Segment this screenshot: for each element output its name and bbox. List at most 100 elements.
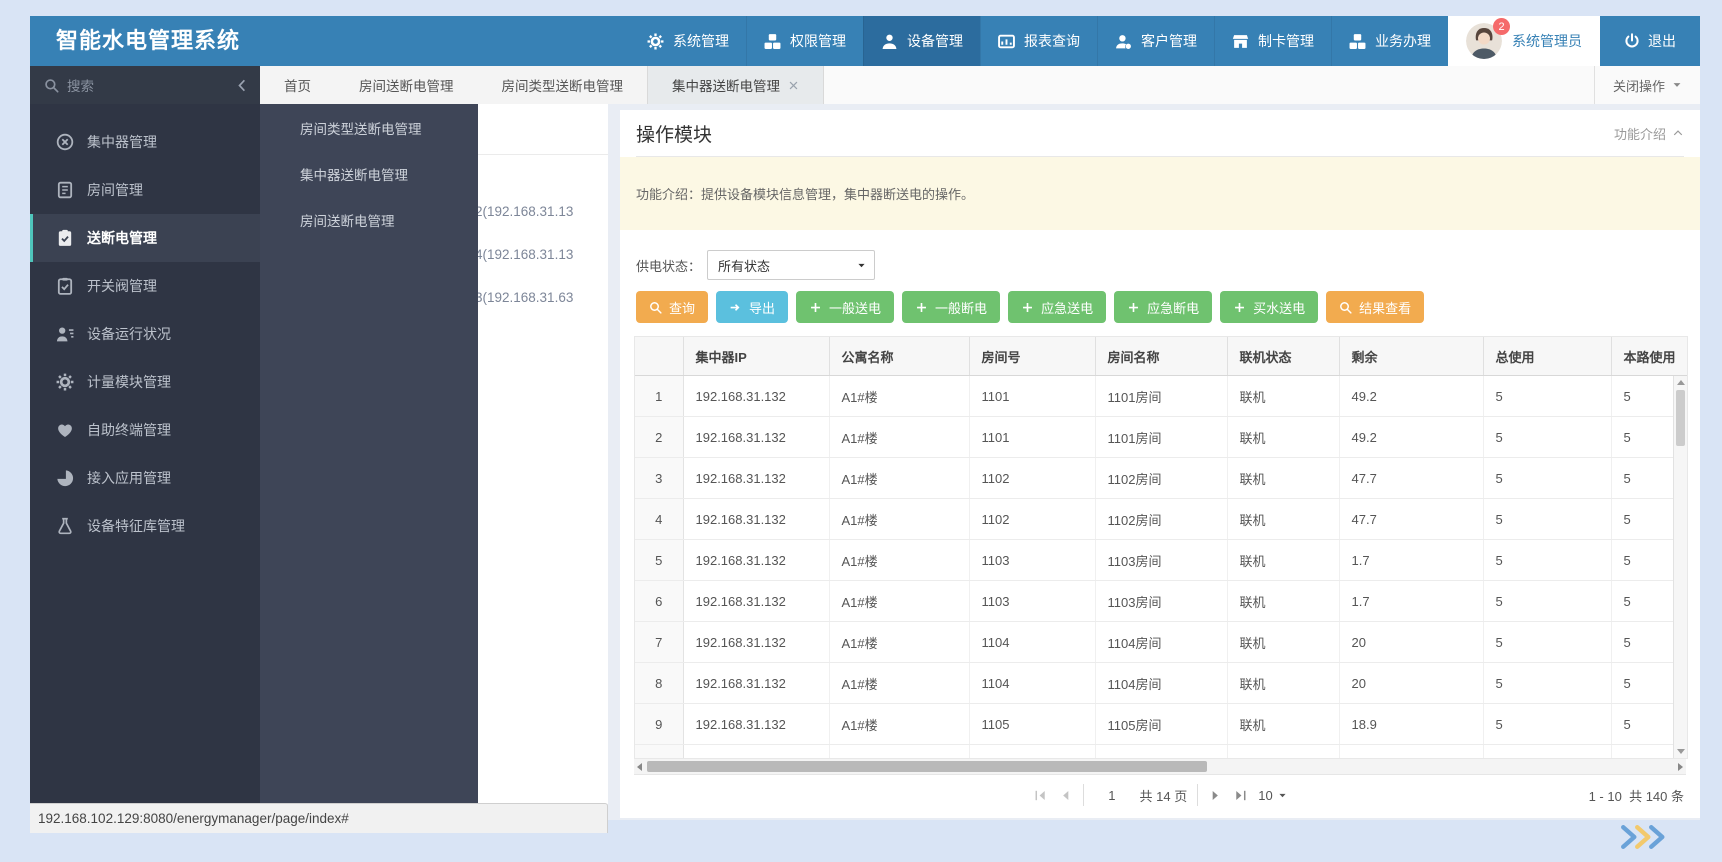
cell: 1.7 <box>1339 540 1483 581</box>
column-header: 剩余 <box>1339 337 1483 376</box>
submenu-item[interactable]: 集中器送断电管理 <box>260 153 478 199</box>
nav-item[interactable]: 设备管理 <box>863 16 980 66</box>
sidebar-collapse-button[interactable] <box>235 78 250 93</box>
action-button[interactable]: 应急断电 <box>1114 291 1212 323</box>
action-button[interactable]: 买水送电 <box>1220 291 1318 323</box>
cell: A1#楼 <box>829 417 969 458</box>
tab[interactable]: 集中器送断电管理 <box>647 66 824 104</box>
page-title: 操作模块 <box>636 120 712 147</box>
tab[interactable]: 房间送断电管理 <box>335 66 478 104</box>
scroll-left-arrow[interactable] <box>637 763 642 771</box>
logout-button[interactable]: 退出 <box>1600 16 1700 66</box>
table-row[interactable]: 4192.168.31.132A1#楼11021102房间联机47.755 <box>635 499 1687 540</box>
close-actions-menu[interactable]: 关闭操作 <box>1594 66 1700 104</box>
sidebar-item[interactable]: 自助终端管理 <box>30 406 260 454</box>
scroll-down-arrow[interactable] <box>1677 749 1685 754</box>
action-button[interactable]: 结果查看 <box>1326 291 1424 323</box>
action-button[interactable]: 一般送电 <box>796 291 894 323</box>
cell: 联机 <box>1227 745 1339 760</box>
sidebar-item[interactable]: 开关阀管理 <box>30 262 260 310</box>
expand-button[interactable] <box>1628 824 1670 850</box>
sidebar-item[interactable]: 房间管理 <box>30 166 260 214</box>
nav-item[interactable]: 权限管理 <box>746 16 863 66</box>
tab[interactable]: 首页 <box>260 66 335 104</box>
nav-item[interactable]: 客户管理 <box>1097 16 1214 66</box>
cell: 7 <box>635 622 683 663</box>
sidebar-item[interactable]: 送断电管理 <box>30 214 260 262</box>
nav-item[interactable]: 制卡管理 <box>1214 16 1331 66</box>
cell: 1104房间 <box>1095 622 1227 663</box>
sidebar-item-label: 集中器管理 <box>87 132 157 152</box>
page-prev-button[interactable] <box>1058 788 1073 803</box>
nav-item-label: 报表查询 <box>1024 31 1080 51</box>
cell: 5 <box>1483 581 1611 622</box>
action-button[interactable]: 应急送电 <box>1008 291 1106 323</box>
plus-icon <box>1021 301 1034 314</box>
nav-item[interactable]: 业务办理 <box>1331 16 1448 66</box>
scroll-right-arrow[interactable] <box>1678 763 1683 771</box>
horizontal-scroll-thumb[interactable] <box>647 761 1207 772</box>
power-status-select[interactable]: 所有状态 <box>707 250 875 280</box>
table-row[interactable]: 7192.168.31.132A1#楼11041104房间联机2055 <box>635 622 1687 663</box>
table-row[interactable]: 3192.168.31.132A1#楼11021102房间联机47.755 <box>635 458 1687 499</box>
table-row[interactable]: 8192.168.31.132A1#楼11041104房间联机2055 <box>635 663 1687 704</box>
search-input[interactable]: 搜索 <box>30 66 260 104</box>
table-row[interactable]: 9192.168.31.132A1#楼11051105房间联机18.955 <box>635 704 1687 745</box>
scroll-up-arrow[interactable] <box>1677 380 1685 385</box>
sidebar-item[interactable]: 集中器管理 <box>30 118 260 166</box>
page-first-button[interactable] <box>1033 788 1048 803</box>
heart-icon <box>56 421 74 439</box>
cell: 5 <box>1483 745 1611 760</box>
nav-item[interactable]: 报表查询 <box>980 16 1097 66</box>
sidebar-item[interactable]: 设备特征库管理 <box>30 502 260 550</box>
sidebar-item[interactable]: 计量模块管理 <box>30 358 260 406</box>
column-header: 联机状态 <box>1227 337 1339 376</box>
action-button[interactable]: 查询 <box>636 291 708 323</box>
cell: 1105 <box>969 745 1095 760</box>
caret-down-icon <box>1672 80 1682 90</box>
cell: 18.9 <box>1339 704 1483 745</box>
submenu-item[interactable]: 房间类型送断电管理 <box>260 107 478 153</box>
table-row[interactable]: 2192.168.31.132A1#楼11011101房间联机49.255 <box>635 417 1687 458</box>
tree-item[interactable]: 4(192.168.31.13 <box>475 233 573 276</box>
cell: 1.7 <box>1339 581 1483 622</box>
cell: A1#楼 <box>829 581 969 622</box>
horizontal-scrollbar[interactable] <box>634 759 1686 774</box>
cell: 47.7 <box>1339 499 1483 540</box>
tree-item[interactable]: 3(192.168.31.63 <box>475 276 573 319</box>
action-button-label: 导出 <box>749 298 775 317</box>
table-row[interactable]: 6192.168.31.132A1#楼11031103房间联机1.755 <box>635 581 1687 622</box>
plus-icon <box>1127 301 1140 314</box>
power-status-value: 所有状态 <box>718 256 770 275</box>
table-row[interactable]: 5192.168.31.132A1#楼11031103房间联机1.755 <box>635 540 1687 581</box>
cubes-icon <box>1349 33 1366 50</box>
vertical-scroll-thumb[interactable] <box>1676 390 1685 446</box>
user-section[interactable]: 2 系统管理员 <box>1448 16 1600 66</box>
submenu-item[interactable]: 房间送断电管理 <box>260 199 478 245</box>
tabs: 首页房间送断电管理房间类型送断电管理集中器送断电管理 <box>260 66 824 104</box>
close-icon[interactable] <box>788 80 799 91</box>
action-button-label: 应急断电 <box>1147 298 1199 317</box>
sidebar-item[interactable]: 接入应用管理 <box>30 454 260 502</box>
page-size-select[interactable]: 10 <box>1258 788 1286 803</box>
action-button[interactable]: 导出 <box>716 291 788 323</box>
sidebar-item-label: 计量模块管理 <box>87 372 171 392</box>
cell: 5 <box>635 540 683 581</box>
nav-item[interactable]: 系统管理 <box>630 16 746 66</box>
tab[interactable]: 房间类型送断电管理 <box>478 66 648 104</box>
navbar-menu: 系统管理权限管理设备管理 报表查询客户管理制卡管理 业务办理 <box>630 16 1448 66</box>
action-button[interactable]: 一般断电 <box>902 291 1000 323</box>
column-header: 集中器IP <box>683 337 829 376</box>
table-row[interactable]: 1192.168.31.132A1#楼11011101房间联机49.255 <box>635 376 1687 417</box>
table-row[interactable]: 10192.168.31.132A1#楼11051105房间联机18.955 <box>635 745 1687 760</box>
cell: 联机 <box>1227 417 1339 458</box>
intro-toggle[interactable]: 功能介绍 <box>1614 124 1684 143</box>
tree-item[interactable]: 2(192.168.31.13 <box>475 190 573 233</box>
sidebar-item[interactable]: 设备运行状况 <box>30 310 260 358</box>
nav-item-label: 业务办理 <box>1375 31 1431 51</box>
data-grid: 集中器IP公寓名称房间号房间名称联机状态剩余总使用本路使用1192.168.31… <box>634 336 1688 759</box>
page-next-button[interactable] <box>1208 788 1223 803</box>
flask-icon <box>56 517 74 535</box>
page-last-button[interactable] <box>1233 788 1248 803</box>
vertical-scrollbar[interactable] <box>1673 376 1687 758</box>
